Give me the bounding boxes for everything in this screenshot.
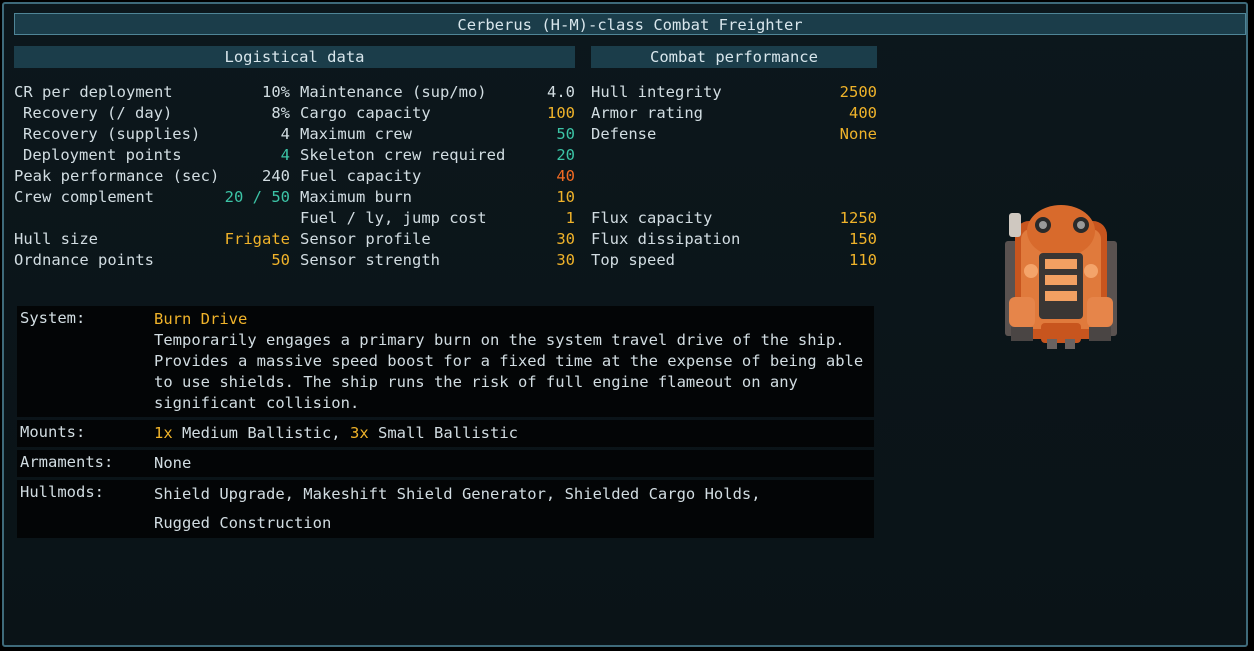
stat-row-skeleton-crew-required: Skeleton crew required 20 bbox=[300, 145, 575, 166]
stat-row-recovery-day: Recovery (/ day) 8% bbox=[14, 103, 290, 124]
stat-label: Maximum burn bbox=[300, 188, 412, 206]
stat-value: 30 bbox=[556, 230, 575, 248]
stat-value: 20 / 50 bbox=[224, 188, 290, 206]
stat-value: 40 bbox=[556, 167, 575, 185]
stat-value: 400 bbox=[849, 104, 877, 122]
stat-value: 110 bbox=[849, 251, 877, 269]
armaments-row: Armaments: None bbox=[17, 450, 874, 477]
stat-row-maximum-crew: Maximum crew 50 bbox=[300, 124, 575, 145]
mount-type-small: Small Ballistic bbox=[368, 424, 518, 442]
stat-row-cargo-capacity: Cargo capacity 100 bbox=[300, 103, 575, 124]
stat-row-peak-performance-sec: Peak performance (sec) 240 bbox=[14, 166, 290, 187]
stat-row-fuel-ly-jump-cost: Fuel / ly, jump cost 1 bbox=[300, 208, 575, 229]
stat-value: 20 bbox=[556, 146, 575, 164]
stat-value: 1250 bbox=[839, 209, 877, 227]
stat-row-hull-integrity: Hull integrity 2500 bbox=[591, 82, 877, 103]
hullmods-row: Hullmods: Shield Upgrade, Makeshift Shie… bbox=[17, 480, 874, 538]
stat-label: Flux capacity bbox=[591, 209, 713, 227]
stat-row-ordnance-points: Ordnance points 50 bbox=[14, 250, 290, 271]
stat-value: 150 bbox=[849, 230, 877, 248]
mounts-label: Mounts: bbox=[20, 423, 86, 441]
stat-value: 240 bbox=[262, 167, 290, 185]
stat-label: Fuel / ly, jump cost bbox=[300, 209, 487, 227]
stat-row-top-speed: Top speed 110 bbox=[591, 250, 877, 271]
ship-description: System: Burn Drive Temporarily engages a… bbox=[17, 306, 874, 541]
stat-label: Skeleton crew required bbox=[300, 146, 506, 164]
armaments-label: Armaments: bbox=[20, 453, 114, 471]
stat-row-maximum-burn: Maximum burn 10 bbox=[300, 187, 575, 208]
hullmods-label: Hullmods: bbox=[20, 483, 104, 501]
stat-label: Defense bbox=[591, 125, 657, 143]
stat-row-armor-rating: Armor rating 400 bbox=[591, 103, 877, 124]
system-description: Temporarily engages a primary burn on th… bbox=[154, 331, 864, 412]
mount-type-medium: Medium Ballistic, bbox=[172, 424, 341, 442]
stat-value: None bbox=[839, 125, 877, 143]
stat-value: 10% bbox=[262, 83, 290, 101]
combat-performance-header: Combat performance bbox=[591, 46, 877, 68]
stat-value: Frigate bbox=[224, 230, 290, 248]
stat-value: 2500 bbox=[839, 83, 877, 101]
stat-row-hull-size: Hull size Frigate bbox=[14, 229, 290, 250]
stat-value: 4.0 bbox=[547, 83, 575, 101]
stat-row-maintenance-sup-mo: Maintenance (sup/mo) 4.0 bbox=[300, 82, 575, 103]
hullmods-line-1: Shield Upgrade, Makeshift Shield Generat… bbox=[154, 485, 761, 503]
stat-value: 1 bbox=[565, 209, 575, 227]
stat-label: Recovery (/ day) bbox=[23, 104, 173, 122]
stat-label: Ordnance points bbox=[14, 251, 154, 269]
stat-label: Peak performance (sec) bbox=[14, 167, 220, 185]
stat-row-flux-dissipation: Flux dissipation 150 bbox=[591, 229, 877, 250]
stat-label: Armor rating bbox=[591, 104, 703, 122]
stat-label: Hull integrity bbox=[591, 83, 722, 101]
stat-value: 4 bbox=[280, 125, 290, 143]
stat-label: Crew complement bbox=[14, 188, 154, 206]
stat-label: Sensor profile bbox=[300, 230, 431, 248]
stat-row-fuel-capacity: Fuel capacity 40 bbox=[300, 166, 575, 187]
stat-value: 50 bbox=[271, 251, 290, 269]
stat-label: CR per deployment bbox=[14, 83, 173, 101]
stat-value: 8% bbox=[271, 104, 290, 122]
stat-label: Sensor strength bbox=[300, 251, 440, 269]
stat-row-defense: Defense None bbox=[591, 124, 877, 145]
stat-label: Hull size bbox=[14, 230, 98, 248]
logistical-data-header: Logistical data bbox=[14, 46, 575, 68]
stat-value: 10 bbox=[556, 188, 575, 206]
stat-value: 100 bbox=[547, 104, 575, 122]
stat-label: Flux dissipation bbox=[591, 230, 741, 248]
stat-row-cr-per-deployment: CR per deployment 10% bbox=[14, 82, 290, 103]
system-row: System: Burn Drive Temporarily engages a… bbox=[17, 306, 874, 417]
stat-value: 4 bbox=[280, 146, 290, 164]
stat-label: Fuel capacity bbox=[300, 167, 422, 185]
ship-title: Cerberus (H-M)-class Combat Freighter bbox=[14, 13, 1246, 35]
stat-value: 50 bbox=[556, 125, 575, 143]
stat-label: Top speed bbox=[591, 251, 675, 269]
ship-sprite-icon bbox=[1005, 205, 1117, 349]
stat-row-sensor-strength: Sensor strength 30 bbox=[300, 250, 575, 271]
system-label: System: bbox=[20, 309, 86, 327]
stat-label: Deployment points bbox=[23, 146, 182, 164]
stat-label: Maximum crew bbox=[300, 125, 412, 143]
mount-count-small: 3x bbox=[350, 424, 369, 442]
ship-info-panel: Cerberus (H-M)-class Combat Freighter Lo… bbox=[2, 2, 1248, 647]
stat-row-deployment-points: Deployment points 4 bbox=[14, 145, 290, 166]
stat-row-recovery-supplies: Recovery (supplies) 4 bbox=[14, 124, 290, 145]
stat-row-flux-capacity: Flux capacity 1250 bbox=[591, 208, 877, 229]
stat-row-crew-complement: Crew complement 20 / 50 bbox=[14, 187, 290, 208]
hullmods-line-2: Rugged Construction bbox=[154, 514, 332, 532]
mounts-row: Mounts: 1x Medium Ballistic, 3x Small Ba… bbox=[17, 420, 874, 447]
mount-count-medium: 1x bbox=[154, 424, 173, 442]
stat-label: Recovery (supplies) bbox=[23, 125, 201, 143]
system-name: Burn Drive bbox=[154, 310, 248, 328]
stat-row-sensor-profile: Sensor profile 30 bbox=[300, 229, 575, 250]
stat-value: 30 bbox=[556, 251, 575, 269]
stat-label: Cargo capacity bbox=[300, 104, 431, 122]
armaments-value: None bbox=[154, 454, 192, 472]
stat-label: Maintenance (sup/mo) bbox=[300, 83, 487, 101]
